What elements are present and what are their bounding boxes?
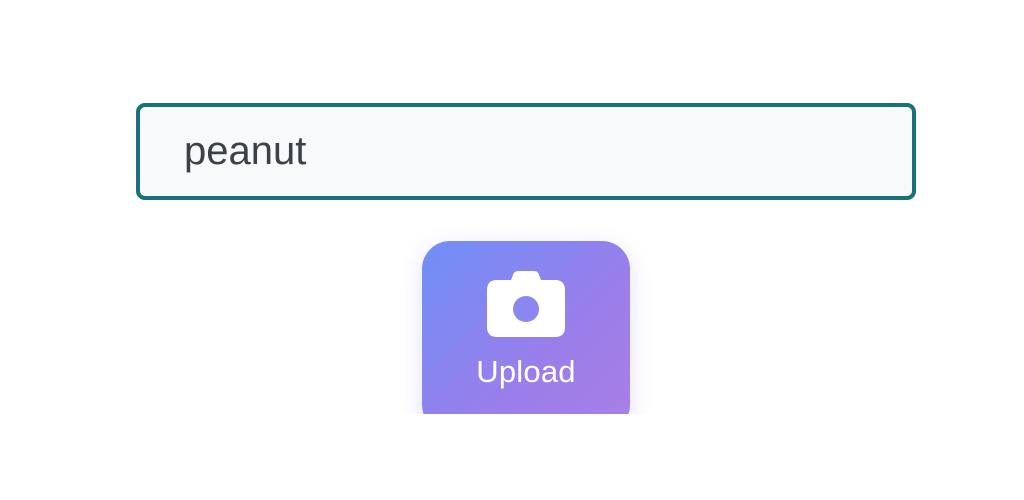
search-box[interactable] (136, 103, 916, 200)
upload-area: Upload (380, 200, 680, 414)
upload-label: Upload (476, 354, 576, 389)
upload-button[interactable]: Upload (422, 241, 630, 414)
page: Upload (0, 0, 1024, 500)
search-input[interactable] (184, 129, 912, 174)
camera-icon (487, 271, 565, 337)
